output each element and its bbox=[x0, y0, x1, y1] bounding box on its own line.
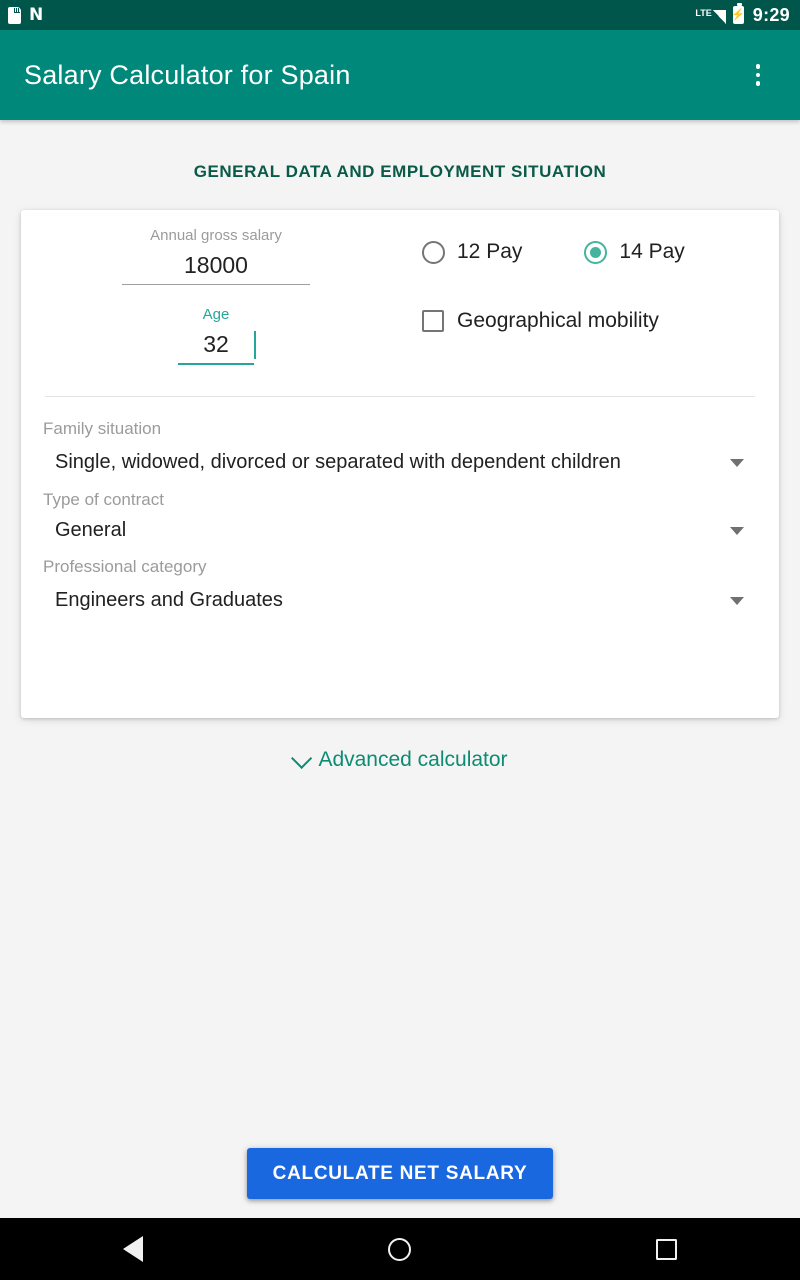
app-bar: Salary Calculator for Spain bbox=[0, 30, 800, 120]
professional-category-label: Professional category bbox=[43, 557, 207, 576]
annual-gross-salary-label: Annual gross salary bbox=[150, 227, 282, 244]
nav-home-button[interactable] bbox=[345, 1218, 455, 1280]
app-bar-title: Salary Calculator for Spain bbox=[24, 59, 351, 90]
spinners-section: Family situation Single, widowed, divorc… bbox=[21, 397, 779, 621]
options-column: 12 Pay 14 Pay Geographical mobility bbox=[411, 226, 779, 365]
advanced-calculator-toggle[interactable]: Advanced calculator bbox=[0, 747, 800, 772]
cta-container: CALCULATE NET SALARY bbox=[0, 1148, 800, 1199]
status-bar-left-icons: N bbox=[8, 4, 44, 25]
family-situation-spinner[interactable]: Single, widowed, divorced or separated w… bbox=[42, 442, 755, 483]
app-screen: N LTE ⚡ 9:29 Salary Calculator for Spain… bbox=[0, 0, 800, 1280]
annual-gross-salary-field[interactable]: Annual gross salary 18000 bbox=[21, 226, 411, 285]
dropdown-arrow-icon bbox=[730, 526, 744, 535]
status-bar-right-icons: LTE ⚡ 9:29 bbox=[695, 3, 790, 26]
home-circle-icon bbox=[388, 1237, 412, 1261]
text-cursor bbox=[254, 331, 256, 359]
family-situation-value: Single, widowed, divorced or separated w… bbox=[55, 451, 621, 473]
annual-gross-salary-input[interactable]: 18000 bbox=[122, 246, 310, 285]
back-triangle-icon bbox=[123, 1236, 144, 1262]
pay-options-group: 12 Pay 14 Pay bbox=[411, 240, 779, 264]
overflow-menu-icon[interactable] bbox=[738, 53, 778, 97]
text-fields-column: Annual gross salary 18000 Age 32 bbox=[21, 226, 411, 365]
general-data-card: Annual gross salary 18000 Age 32 12 Pay … bbox=[21, 210, 779, 718]
status-bar: N LTE ⚡ 9:29 bbox=[0, 0, 800, 30]
age-input[interactable]: 32 bbox=[178, 325, 256, 365]
lte-label: LTE bbox=[695, 8, 712, 18]
battery-charging-icon: ⚡ bbox=[731, 3, 745, 24]
chevron-down-icon bbox=[291, 747, 313, 769]
radio-label-12-pay: 12 Pay bbox=[457, 240, 523, 263]
section-heading: GENERAL DATA AND EMPLOYMENT SITUATION bbox=[193, 162, 607, 181]
checkbox-unchecked-icon[interactable] bbox=[422, 310, 444, 332]
sd-card-icon bbox=[8, 6, 21, 24]
android-navigation-bar bbox=[0, 1218, 800, 1280]
recents-square-icon bbox=[656, 1238, 678, 1260]
dropdown-arrow-icon bbox=[730, 458, 744, 467]
geographical-mobility-label: Geographical mobility bbox=[457, 309, 659, 332]
type-of-contract-spinner[interactable]: General bbox=[42, 513, 755, 548]
family-situation-label: Family situation bbox=[43, 419, 162, 438]
calculate-net-salary-button[interactable]: CALCULATE NET SALARY bbox=[246, 1148, 554, 1199]
card-top-grid: Annual gross salary 18000 Age 32 12 Pay … bbox=[21, 210, 779, 365]
type-of-contract-label: Type of contract bbox=[43, 490, 164, 509]
radio-selected-icon bbox=[584, 240, 608, 264]
professional-category-value: Engineers and Graduates bbox=[55, 589, 283, 611]
nfc-icon: N bbox=[29, 4, 44, 25]
geographical-mobility-checkbox-row[interactable]: Geographical mobility bbox=[411, 309, 779, 333]
nav-recents-button[interactable] bbox=[612, 1218, 722, 1280]
field-gap bbox=[21, 285, 411, 305]
dropdown-arrow-icon bbox=[730, 596, 744, 605]
nav-back-button[interactable] bbox=[78, 1218, 188, 1280]
radio-label-14-pay: 14 Pay bbox=[619, 240, 685, 263]
status-bar-clock: 9:29 bbox=[752, 4, 790, 25]
radio-unselected-icon bbox=[422, 240, 445, 264]
advanced-calculator-label: Advanced calculator bbox=[318, 748, 508, 771]
type-of-contract-value: General bbox=[55, 519, 127, 541]
age-label: Age bbox=[202, 306, 230, 323]
radio-option-14-pay[interactable]: 14 Pay bbox=[584, 240, 685, 264]
age-field[interactable]: Age 32 bbox=[21, 305, 411, 365]
radio-option-12-pay[interactable]: 12 Pay bbox=[422, 240, 522, 264]
professional-category-spinner[interactable]: Engineers and Graduates bbox=[42, 580, 755, 621]
lte-signal-icon: LTE bbox=[695, 6, 726, 24]
